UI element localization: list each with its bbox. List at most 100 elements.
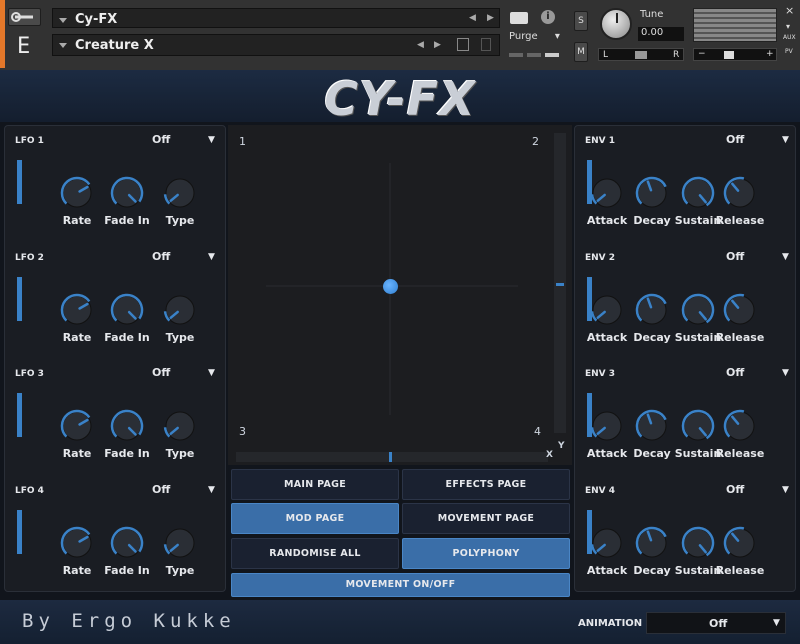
animation-dropdown[interactable]: Off ▼ bbox=[646, 612, 786, 634]
chevron-down-icon[interactable]: ▼ bbox=[208, 485, 215, 495]
lfo-module-4: LFO 4 Off ▼ Rate Fade In Type bbox=[5, 482, 225, 594]
env-mode-value[interactable]: Off bbox=[726, 483, 744, 496]
next-arrow-icon[interactable]: ▶ bbox=[487, 13, 494, 23]
tune-knob[interactable] bbox=[600, 8, 632, 40]
env-mode-value[interactable]: Off bbox=[726, 366, 744, 379]
chevron-down-icon bbox=[59, 43, 67, 48]
xy-position-dot[interactable] bbox=[383, 279, 398, 294]
fade-in-knob[interactable] bbox=[110, 526, 144, 560]
chevron-down-icon[interactable]: ▼ bbox=[782, 252, 789, 262]
prev-arrow-icon[interactable]: ◀ bbox=[469, 13, 476, 23]
lfo-amount-bar[interactable] bbox=[17, 509, 22, 554]
lfo-amount-bar[interactable] bbox=[17, 276, 22, 321]
release-knob[interactable] bbox=[723, 409, 757, 443]
fade-in-label: Fade In bbox=[104, 447, 150, 460]
purge-menu[interactable]: Purge ▾ bbox=[509, 31, 560, 42]
rate-knob[interactable] bbox=[60, 526, 94, 560]
minimize-icon[interactable]: ▾ bbox=[786, 22, 790, 31]
type-knob[interactable] bbox=[163, 526, 197, 560]
lfo-mode-value[interactable]: Off bbox=[152, 250, 170, 263]
sustain-knob[interactable] bbox=[681, 409, 715, 443]
animation-value: Off bbox=[709, 617, 728, 630]
info-icon[interactable]: i bbox=[541, 10, 555, 24]
y-slider-handle[interactable] bbox=[556, 283, 564, 286]
movement-onoff-button[interactable]: MOVEMENT ON/OFF bbox=[231, 573, 570, 597]
movement-page-button[interactable]: MOVEMENT PAGE bbox=[402, 503, 570, 534]
camera-icon[interactable] bbox=[510, 12, 528, 24]
release-knob[interactable] bbox=[723, 293, 757, 327]
instrument-header: E Cy-FX ◀ ▶ Creature X ◀ ▶ i Purge ▾ S M… bbox=[0, 0, 800, 70]
env-module-3: ENV 3 Off ▼ Attack Decay Sustain Release bbox=[575, 365, 795, 477]
pan-handle[interactable] bbox=[635, 51, 647, 59]
decay-knob[interactable] bbox=[635, 293, 669, 327]
volume-handle[interactable] bbox=[724, 51, 734, 59]
tune-value[interactable]: 0.00 bbox=[638, 27, 684, 41]
delete-icon[interactable] bbox=[481, 38, 491, 51]
effects-page-button[interactable]: EFFECTS PAGE bbox=[402, 469, 570, 500]
x-slider-handle[interactable] bbox=[389, 452, 392, 462]
decay-knob[interactable] bbox=[635, 409, 669, 443]
lfo-amount-bar[interactable] bbox=[17, 160, 22, 204]
rate-knob[interactable] bbox=[60, 409, 94, 443]
release-knob[interactable] bbox=[723, 176, 757, 210]
attack-knob[interactable] bbox=[590, 293, 624, 327]
mod-page-button[interactable]: MOD PAGE bbox=[231, 503, 399, 534]
wrench-icon[interactable] bbox=[8, 8, 41, 26]
sustain-knob[interactable] bbox=[681, 293, 715, 327]
lfo-amount-bar[interactable] bbox=[17, 393, 22, 437]
chevron-down-icon[interactable]: ▼ bbox=[208, 252, 215, 262]
chevron-down-icon[interactable]: ▼ bbox=[782, 485, 789, 495]
attack-knob[interactable] bbox=[590, 176, 624, 210]
type-knob[interactable] bbox=[163, 293, 197, 327]
chevron-down-icon[interactable]: ▼ bbox=[208, 135, 215, 145]
sustain-knob[interactable] bbox=[681, 526, 715, 560]
lfo-panel: LFO 1 Off ▼ Rate Fade In Type LFO 2 Off ▼ Rate Fad… bbox=[4, 125, 226, 592]
level-meter bbox=[693, 8, 777, 42]
type-knob[interactable] bbox=[163, 409, 197, 443]
x-slider[interactable] bbox=[236, 452, 548, 462]
fade-in-knob[interactable] bbox=[110, 409, 144, 443]
prev-snapshot-icon[interactable]: ◀ bbox=[417, 40, 424, 50]
lfo-title: LFO 1 bbox=[15, 136, 44, 146]
mute-button[interactable]: M bbox=[574, 42, 588, 62]
solo-button[interactable]: S bbox=[574, 11, 588, 31]
fade-in-knob[interactable] bbox=[110, 293, 144, 327]
release-knob[interactable] bbox=[723, 526, 757, 560]
type-knob[interactable] bbox=[163, 176, 197, 210]
chevron-down-icon[interactable]: ▼ bbox=[208, 368, 215, 378]
randomise-all-button[interactable]: RANDOMISE ALL bbox=[231, 538, 399, 569]
env-mode-value[interactable]: Off bbox=[726, 133, 744, 146]
xy-pad[interactable]: 1 2 3 4 X Y bbox=[228, 125, 572, 465]
volume-slider[interactable]: − + bbox=[693, 48, 777, 61]
fade-in-knob[interactable] bbox=[110, 176, 144, 210]
snapshot-field[interactable]: Creature X ◀ ▶ bbox=[52, 34, 500, 56]
lfo-mode-value[interactable]: Off bbox=[152, 133, 170, 146]
rate-knob[interactable] bbox=[60, 293, 94, 327]
sustain-knob[interactable] bbox=[681, 176, 715, 210]
decay-knob[interactable] bbox=[635, 176, 669, 210]
env-title: ENV 1 bbox=[585, 136, 616, 146]
edit-icon[interactable]: E bbox=[17, 34, 30, 59]
chevron-down-icon[interactable]: ▼ bbox=[782, 368, 789, 378]
close-icon[interactable]: × bbox=[785, 4, 794, 17]
lfo-mode-value[interactable]: Off bbox=[152, 483, 170, 496]
attack-knob[interactable] bbox=[590, 409, 624, 443]
env-title: ENV 4 bbox=[585, 485, 616, 496]
y-slider[interactable] bbox=[554, 133, 566, 433]
pv-button[interactable]: PV bbox=[785, 48, 793, 55]
env-mode-value[interactable]: Off bbox=[726, 250, 744, 263]
chevron-down-icon[interactable]: ▼ bbox=[782, 135, 789, 145]
decay-knob[interactable] bbox=[635, 526, 669, 560]
polyphony-button[interactable]: POLYPHONY bbox=[402, 538, 570, 569]
next-snapshot-icon[interactable]: ▶ bbox=[434, 40, 441, 50]
fade-in-label: Fade In bbox=[104, 214, 150, 227]
pan-slider[interactable]: L R bbox=[598, 48, 684, 61]
aux-button[interactable]: AUX bbox=[783, 34, 796, 41]
attack-knob[interactable] bbox=[590, 526, 624, 560]
rate-knob[interactable] bbox=[60, 176, 94, 210]
save-icon[interactable] bbox=[457, 38, 469, 51]
env-title: ENV 2 bbox=[585, 252, 616, 263]
lfo-mode-value[interactable]: Off bbox=[152, 366, 170, 379]
instrument-name-field[interactable]: Cy-FX ◀ ▶ bbox=[52, 8, 500, 28]
main-page-button[interactable]: MAIN PAGE bbox=[231, 469, 399, 500]
